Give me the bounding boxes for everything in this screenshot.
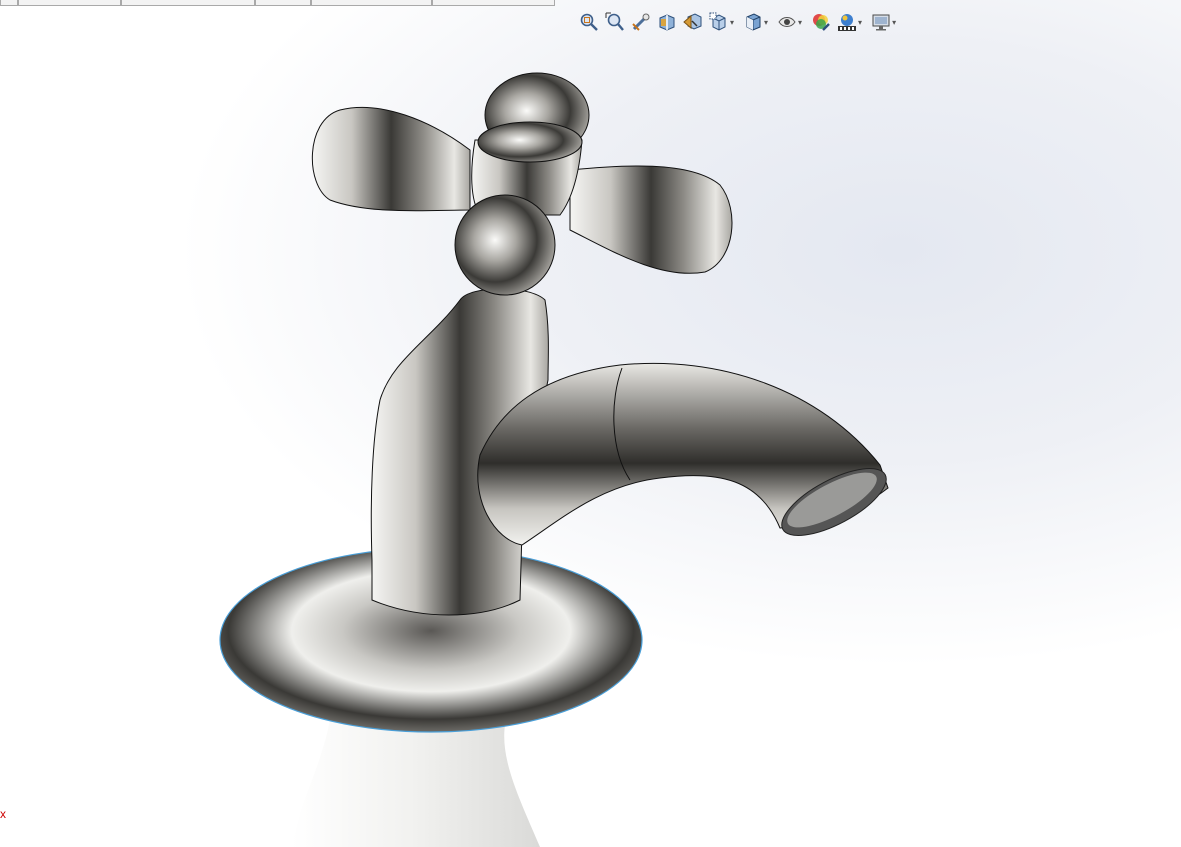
hide-show-items-dropdown-icon[interactable]: ▾	[798, 18, 802, 27]
apply-scene-dropdown-icon[interactable]: ▾	[858, 18, 862, 27]
view-orientation-dropdown-icon[interactable]: ▾	[730, 18, 734, 27]
reference-triad-x-axis: x	[0, 807, 6, 821]
supply-pipe	[292, 720, 540, 847]
handle-arm-left	[311, 106, 471, 212]
handle-cap	[477, 121, 583, 163]
x-axis-label: x	[0, 807, 6, 821]
hide-show-items-icon[interactable]	[776, 11, 798, 33]
previous-view-icon[interactable]	[630, 11, 652, 33]
display-style-dropdown-icon[interactable]: ▾	[764, 18, 768, 27]
heads-up-view-toolbar: ▾ ▾ ▾ ▾ ▾	[578, 10, 904, 34]
display-style-icon[interactable]	[742, 11, 764, 33]
view-settings-dropdown-icon[interactable]: ▾	[892, 18, 896, 27]
handle-arm-front	[454, 194, 556, 296]
zoom-to-fit-icon[interactable]	[578, 11, 600, 33]
dynamic-annotation-views-icon[interactable]	[682, 11, 704, 33]
view-settings-icon[interactable]	[870, 11, 892, 33]
apply-scene-icon[interactable]	[836, 11, 858, 33]
graphics-viewport[interactable]	[0, 0, 1181, 847]
zoom-to-area-icon[interactable]	[604, 11, 626, 33]
edit-appearance-icon[interactable]	[810, 11, 832, 33]
view-orientation-icon[interactable]	[708, 11, 730, 33]
handle-arm-right	[569, 165, 733, 274]
section-view-icon[interactable]	[656, 11, 678, 33]
